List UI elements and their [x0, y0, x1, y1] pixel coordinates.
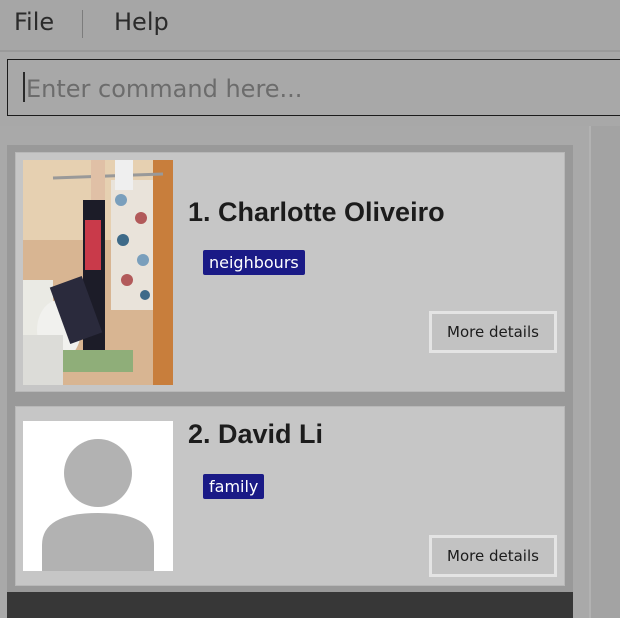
- more-details-button[interactable]: More details: [429, 311, 557, 353]
- person-photo: [23, 160, 173, 385]
- person-name: 1. Charlotte Oliveiro: [188, 197, 445, 227]
- command-input[interactable]: [24, 68, 608, 110]
- person-tag: neighbours: [203, 250, 305, 275]
- menu-bar: File Help: [0, 0, 620, 52]
- avatar-silhouette: [23, 421, 173, 571]
- person-tag: family: [203, 474, 265, 499]
- menu-file[interactable]: File: [14, 8, 54, 36]
- more-details-button[interactable]: More details: [429, 535, 557, 577]
- menu-separator: [82, 10, 83, 38]
- person-name: 2. David Li: [188, 419, 324, 449]
- right-panel: [589, 126, 620, 618]
- photo-image: [23, 160, 173, 385]
- person-list[interactable]: 1. Charlotte Oliveiro neighbours More de…: [7, 145, 573, 618]
- command-box: [7, 59, 620, 116]
- person-card[interactable]: 2. David Li family More details: [15, 406, 565, 586]
- menu-help[interactable]: Help: [114, 8, 169, 36]
- status-bar: [7, 592, 573, 618]
- default-avatar-icon: [23, 421, 173, 571]
- person-card[interactable]: 1. Charlotte Oliveiro neighbours More de…: [15, 152, 565, 392]
